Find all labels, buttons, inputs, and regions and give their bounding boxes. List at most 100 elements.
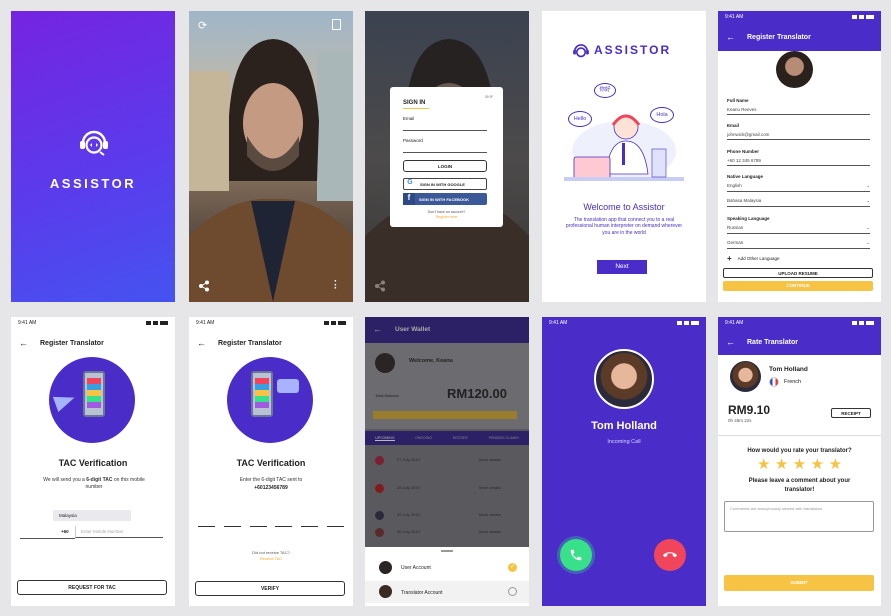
facebook-icon: f: [403, 193, 415, 205]
comment-prompt: Please leave a comment about your transl…: [748, 478, 851, 493]
list-item[interactable]: 28 July 2019 More details: [365, 479, 529, 497]
star-icon[interactable]: ★: [757, 456, 770, 473]
star-icon[interactable]: ★: [811, 456, 824, 473]
row-more-link[interactable]: More details: [479, 457, 501, 462]
add-language-label: Add Other Language: [737, 256, 780, 261]
page-title: Rate Translator: [747, 338, 798, 346]
back-arrow-icon[interactable]: ←: [726, 32, 735, 42]
star-icon[interactable]: ★: [775, 456, 788, 473]
password-label: Password: [403, 138, 423, 143]
list-item[interactable]: 29 July 2019 More details: [365, 506, 529, 524]
status-icons: [852, 320, 874, 326]
translator-illustration: [564, 114, 684, 181]
google-signin-button[interactable]: G SIGN IN WITH GOOGLE: [403, 178, 487, 190]
no-account-text: Don't have an account?: [427, 210, 466, 214]
skip-link[interactable]: SKIP: [485, 95, 493, 99]
welcome-text: Welcome, Keanu: [409, 358, 453, 364]
tab-history[interactable]: HISTORY: [453, 436, 468, 440]
call-duration: 0h 45m 22s: [728, 418, 752, 423]
status-icons: [146, 320, 168, 326]
share-icon[interactable]: [198, 279, 210, 297]
verify-button[interactable]: VERIFY: [195, 581, 345, 596]
welcome-screen: ASSISTOR Hello 你好 Hola Welcome to Assist…: [542, 11, 706, 302]
flag-icon: [375, 484, 384, 493]
translator-avatar: [730, 361, 761, 392]
email-label: Email: [403, 116, 415, 121]
comment-placeholder: Comments are anonymously shared with tra…: [730, 506, 823, 511]
comment-textarea[interactable]: Comments are anonymously shared with tra…: [724, 501, 874, 532]
phone-input[interactable]: Enter Mobile Number: [75, 526, 163, 538]
flag-icon: [375, 456, 384, 465]
tac-digit-slot[interactable]: [326, 526, 344, 527]
tac-digit-slot[interactable]: [275, 526, 293, 527]
status-time: 9:41 AM: [725, 320, 744, 326]
email-field[interactable]: johnwick@gmail.com: [727, 132, 870, 140]
top-up-bar[interactable]: [373, 411, 517, 419]
password-field[interactable]: [403, 152, 487, 153]
more-vert-icon[interactable]: · · ·: [334, 277, 337, 294]
resend-tac-link[interactable]: Resend TAC: [189, 556, 353, 561]
receipt-button[interactable]: RECEIPT: [831, 408, 871, 418]
star-icon[interactable]: ★: [829, 456, 842, 473]
star-rating[interactable]: ★ ★ ★ ★ ★: [718, 455, 881, 474]
tac-digit-slot[interactable]: [249, 526, 267, 527]
google-signin-label: SIGN IN WITH GOOGLE: [420, 181, 465, 187]
accept-call-button[interactable]: [560, 539, 592, 571]
back-arrow-icon[interactable]: ←: [373, 324, 382, 334]
decline-call-button[interactable]: [654, 539, 686, 571]
back-arrow-icon[interactable]: ←: [19, 338, 28, 348]
submit-button[interactable]: SUBMIT: [724, 575, 874, 591]
full-name-field[interactable]: Keanu Reeves: [727, 107, 870, 115]
native-language-select-1[interactable]: English ⌄: [727, 183, 870, 192]
signin-screen: SIGN IN SKIP Email Password LOGIN G SIGN…: [365, 11, 529, 302]
upload-resume-button[interactable]: UPLOAD RESUME: [723, 268, 873, 278]
translator-account-option[interactable]: Translator Account: [365, 581, 529, 603]
row-more-link[interactable]: More details: [479, 512, 501, 517]
next-button[interactable]: Next: [597, 260, 647, 274]
tac-digit-slot[interactable]: [301, 526, 319, 527]
row-more-link[interactable]: More details: [479, 529, 501, 534]
avatar: [379, 561, 392, 574]
list-item[interactable]: 27 July 2019 More details: [365, 451, 529, 469]
tac-phone-number: +60123456789: [254, 485, 288, 491]
email-field[interactable]: [403, 130, 487, 131]
page-title: Register Translator: [747, 33, 811, 41]
country-select[interactable]: Malaysia: [53, 510, 131, 521]
brand-title: ASSISTOR: [49, 176, 137, 191]
refresh-icon[interactable]: ⟳: [198, 19, 207, 32]
signin-title-underline: [403, 108, 429, 109]
status-time: 9:41 AM: [196, 320, 215, 326]
back-arrow-icon[interactable]: ←: [726, 337, 735, 347]
chevron-down-icon: ⌄: [866, 225, 870, 230]
tab-upcoming[interactable]: UPCOMING: [375, 436, 395, 441]
avatar: [379, 585, 392, 598]
tac-description-bold: 6-digit TAC: [86, 477, 113, 483]
continue-button[interactable]: CONTINUE: [723, 281, 873, 291]
speaking-language-select-1[interactable]: Russian ⌄: [727, 225, 870, 234]
tac-digit-slot[interactable]: [223, 526, 241, 527]
speech-bubble-right: Hola: [650, 107, 674, 123]
tab-pending-claims[interactable]: PENDING CLAIMS: [489, 436, 519, 440]
user-account-option[interactable]: User Account ✓: [365, 557, 529, 579]
tac-digit-inputs[interactable]: [198, 526, 344, 527]
translator-account-label: Translator Account: [401, 590, 443, 596]
add-language-button[interactable]: + Add Other Language: [727, 254, 779, 263]
camera-switch-icon[interactable]: [332, 19, 341, 30]
list-item[interactable]: 30 July 2019 More details: [365, 523, 529, 541]
native-language-select-2[interactable]: Bahasa Malaysia ⌄: [727, 198, 870, 207]
tac-digit-slot[interactable]: [198, 526, 215, 527]
tac-request-screen: 9:41 AM ← Register Translator TAC Verifi…: [11, 317, 175, 606]
phone-field[interactable]: +60 12 345 6789: [727, 158, 870, 166]
facebook-signin-button[interactable]: f SIGN IN WITH FACEBOOK: [403, 193, 487, 205]
row-more-link[interactable]: More details: [479, 485, 501, 490]
register-link[interactable]: Register here: [390, 215, 503, 219]
login-button[interactable]: LOGIN: [403, 160, 487, 172]
request-tac-button[interactable]: REQUEST FOR TAC: [17, 580, 167, 595]
balance-label: Total Balance: [375, 393, 400, 398]
star-icon[interactable]: ★: [793, 456, 806, 473]
back-arrow-icon[interactable]: ←: [197, 338, 206, 348]
call-status: Incoming Call: [607, 439, 641, 445]
tab-ongoing[interactable]: ONGOING: [415, 436, 432, 440]
speaking-language-select-2[interactable]: German ⌄: [727, 240, 870, 249]
app-header: ← Rate Translator: [718, 329, 881, 355]
